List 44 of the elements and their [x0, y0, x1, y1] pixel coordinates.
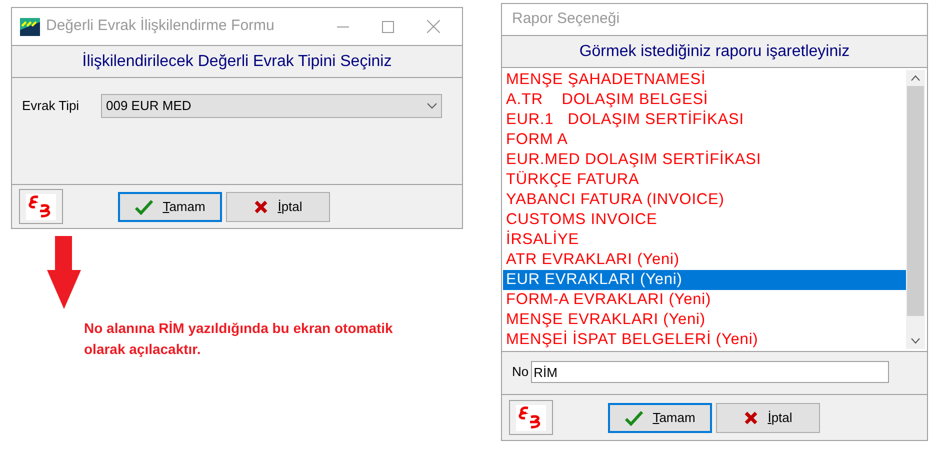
window-title: Rapor Seçeneği — [512, 9, 620, 30]
logo-icon — [26, 194, 56, 220]
form-heading: İlişkilendirilecek Değerli Evrak Tipini Seçiniz — [12, 45, 462, 78]
close-icon — [254, 200, 268, 214]
no-input-field[interactable]: RİM — [530, 361, 889, 383]
list-item[interactable]: TÜRKÇE FATURA — [503, 170, 906, 190]
field-label: No — [512, 363, 529, 382]
check-icon — [134, 198, 153, 214]
list-item[interactable]: EUR.MED DOLAŞIM SERTİFİKASI — [503, 150, 906, 170]
list-item[interactable]: MENŞE ŞAHADETNAMESİ — [503, 70, 906, 90]
list-item[interactable]: MENŞE EVRAKLARI (Yeni) — [503, 310, 906, 330]
list-item[interactable]: FORM-A EVRAKLARI (Yeni) — [503, 290, 906, 310]
annotation-note: No alanına RİM yazıldığında bu ekran otomatik olarak açılacaktır. — [84, 319, 394, 359]
chevron-down-icon — [427, 103, 437, 109]
cancel-button[interactable]: İptal — [716, 402, 820, 432]
evrak-tipi-dropdown[interactable]: 009 EUR MED — [101, 94, 442, 118]
ok-button[interactable]: Tamam — [608, 402, 712, 432]
form-heading: Görmek istediğiniz raporu işaretleyiniz — [502, 35, 927, 68]
app-icon — [20, 18, 40, 36]
cancel-button[interactable]: İptal — [226, 192, 330, 222]
scroll-down-icon[interactable] — [911, 338, 920, 344]
close-icon[interactable] — [427, 20, 440, 33]
logo-button[interactable] — [19, 189, 63, 224]
list-item[interactable]: CUSTOMS INVOICE — [503, 210, 906, 230]
list-item[interactable]: YABANCI FATURA (INVOICE) — [503, 190, 906, 210]
list-item[interactable]: EUR.1 DOLAŞIM SERTİFİKASI — [503, 110, 906, 130]
logo-button[interactable] — [509, 400, 553, 435]
ok-button[interactable]: Tamam — [118, 192, 222, 222]
list-item[interactable]: FORM A — [503, 130, 906, 150]
field-label: Evrak Tipi — [22, 97, 80, 115]
check-icon — [624, 410, 643, 426]
list-item[interactable]: EUR EVRAKLARI (Yeni) — [503, 270, 906, 290]
window-title: Değerli Evrak İlişkilendirme Formu — [46, 16, 274, 36]
list-item[interactable]: ATR EVRAKLARI (Yeni) — [503, 250, 906, 270]
list-item[interactable]: MENŞEİ İSPAT BELGELERİ (Yeni) — [503, 330, 906, 350]
maximize-icon[interactable] — [382, 20, 394, 32]
list-item[interactable]: A.TR DOLAŞIM BELGESİ — [503, 90, 906, 110]
scroll-thumb[interactable] — [907, 86, 924, 316]
scroll-up-icon[interactable] — [911, 75, 920, 81]
scrollbar[interactable] — [906, 70, 925, 349]
list-item[interactable]: İRSALİYE — [503, 230, 906, 250]
down-arrow-icon — [47, 236, 81, 309]
logo-icon — [516, 404, 546, 430]
close-icon — [744, 410, 758, 424]
